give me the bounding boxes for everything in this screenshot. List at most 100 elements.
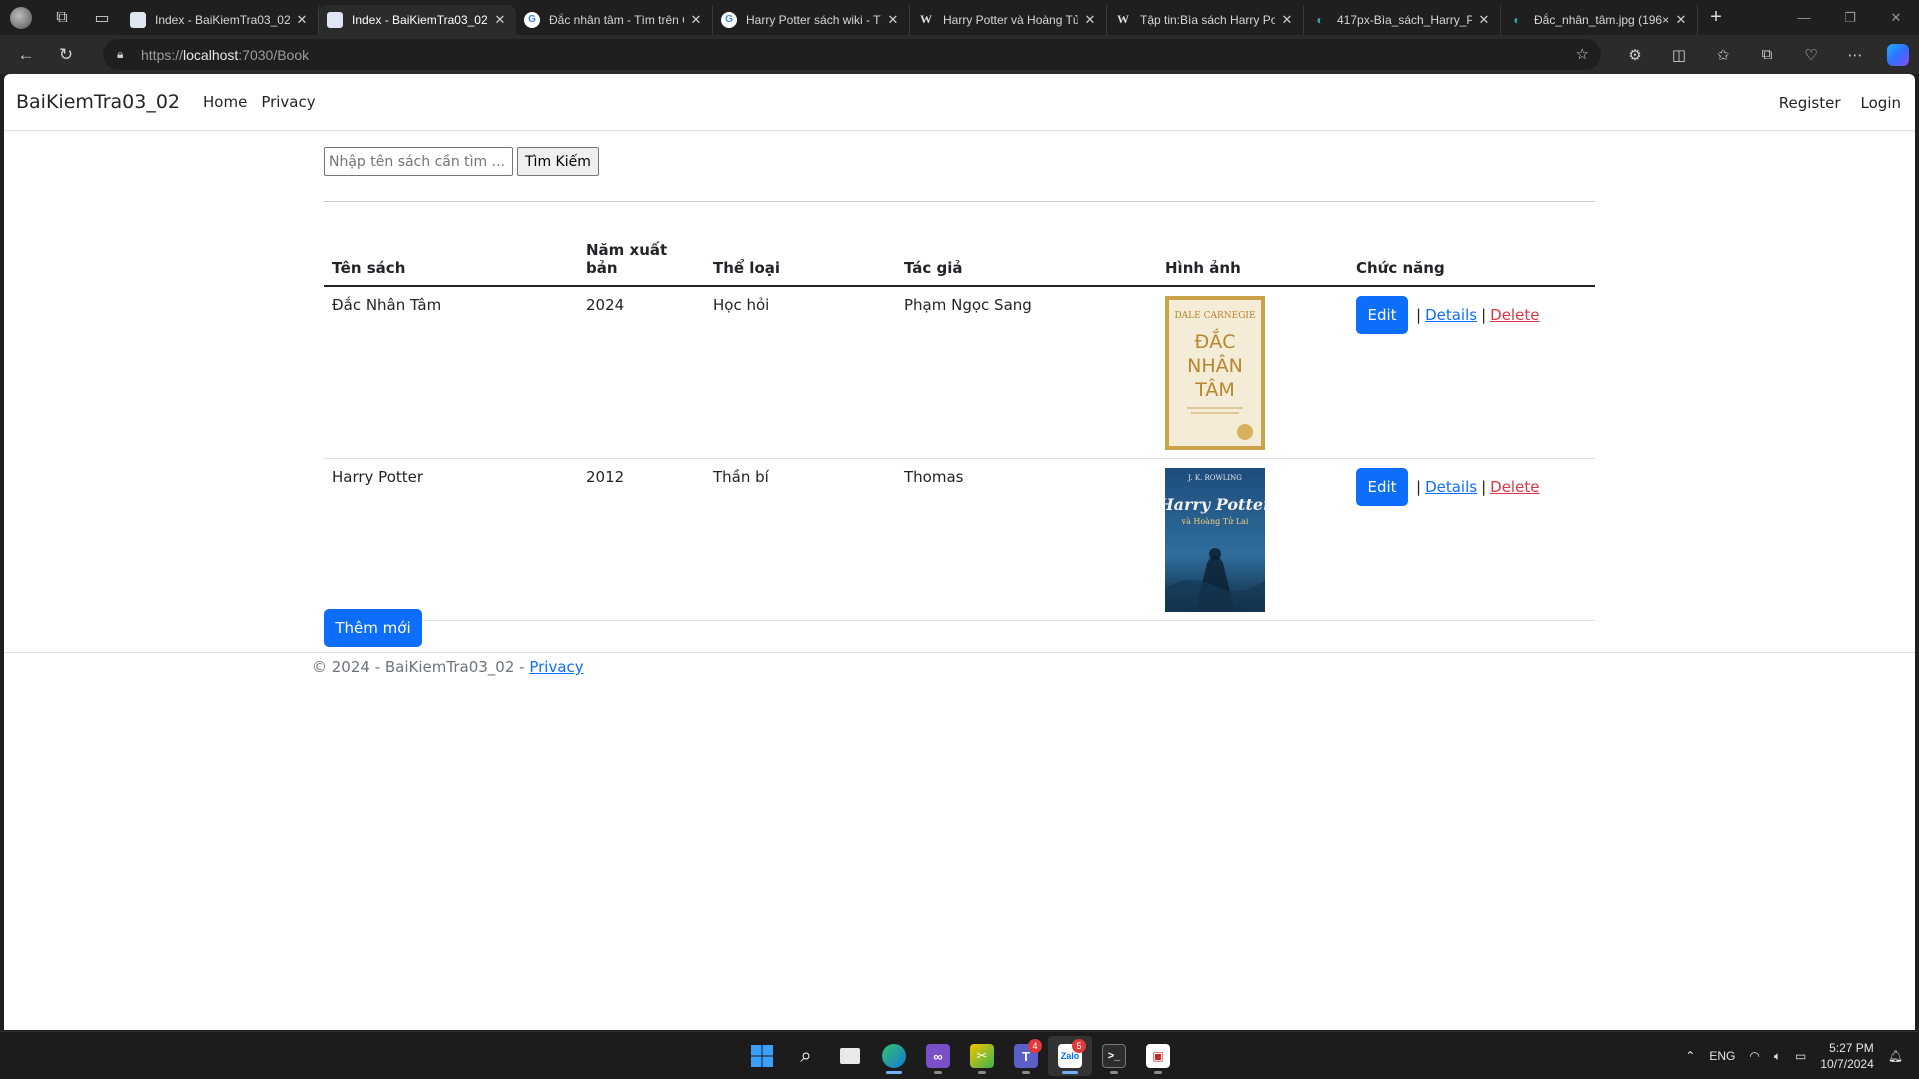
browser-tab[interactable]: ◐ 417px-Bìa_sách_Harry_Potter ✕: [1304, 4, 1501, 35]
lock-icon[interactable]: 🔒︎: [117, 47, 131, 62]
running-indicator: [1062, 1071, 1078, 1074]
nav-home[interactable]: Home: [203, 93, 247, 111]
language-indicator[interactable]: ENG: [1709, 1049, 1735, 1063]
terminal-taskbar[interactable]: >_: [1092, 1036, 1136, 1076]
show-hidden-icons-icon[interactable]: ⌃: [1685, 1049, 1695, 1063]
tab-title: Đắc nhân tâm - Tìm trên Google: [549, 12, 684, 27]
delete-link[interactable]: Delete: [1490, 478, 1539, 496]
wifi-icon[interactable]: ◠: [1749, 1049, 1759, 1063]
copilot-icon[interactable]: [1887, 43, 1909, 66]
header-image: Hình ảnh: [1157, 241, 1348, 287]
nav-privacy[interactable]: Privacy: [261, 93, 315, 111]
add-new-button[interactable]: Thêm mới: [324, 609, 422, 647]
task-view[interactable]: [828, 1036, 872, 1076]
clock[interactable]: 5:27 PM 10/7/2024: [1820, 1040, 1873, 1072]
site-navbar: BaiKiemTra03_02 Home Privacy Register Lo…: [4, 74, 1915, 131]
edit-button[interactable]: Edit: [1356, 468, 1408, 506]
start-button[interactable]: [740, 1036, 784, 1076]
snipping-tool-icon: ✂: [970, 1044, 994, 1068]
notification-badge: 5: [1072, 1039, 1086, 1053]
close-tab-icon[interactable]: ✕: [1082, 12, 1098, 28]
page-viewport: BaiKiemTra03_02 Home Privacy Register Lo…: [4, 74, 1915, 1030]
favorite-star-icon[interactable]: ☆: [1576, 45, 1589, 63]
windows-taskbar: ⌕ ∞ ✂ T 4 Zalo 5 >_ ▣ ⌃ ENG ◠ 🔈︎ ▭ 5:27 …: [0, 1031, 1919, 1079]
windows-logo-icon: [751, 1045, 773, 1067]
extensions-icon[interactable]: ⚙: [1613, 35, 1657, 74]
running-indicator: [1110, 1071, 1118, 1074]
visual-studio-taskbar[interactable]: ∞: [916, 1036, 960, 1076]
close-tab-icon[interactable]: ✕: [1476, 12, 1492, 28]
cell-actions: Edit | Details | Delete: [1348, 286, 1595, 459]
separator: |: [1416, 478, 1422, 496]
workspaces-icon[interactable]: ⧉: [42, 0, 82, 35]
notifications-bell-icon[interactable]: 🔔︎: [1888, 1049, 1903, 1063]
restore-icon[interactable]: ❐: [1827, 0, 1873, 35]
terminal-icon: >_: [1102, 1044, 1126, 1068]
footer-privacy-link[interactable]: Privacy: [529, 658, 583, 676]
browser-tab-strip: ⧉ ▭ Index - BaiKiemTra03_02 ✕ Index - Ba…: [0, 0, 1919, 35]
browser-tab[interactable]: W Tập tin:Bìa sách Harry Potter ✕: [1107, 4, 1304, 35]
nav-login[interactable]: Login: [1861, 94, 1901, 112]
new-tab-icon[interactable]: +: [1698, 3, 1734, 33]
tab-title: Tập tin:Bìa sách Harry Potter: [1140, 12, 1275, 27]
close-window-icon[interactable]: ✕: [1873, 0, 1919, 35]
google-icon: G: [524, 11, 540, 28]
close-tab-icon[interactable]: ✕: [492, 12, 508, 28]
delete-link[interactable]: Delete: [1490, 306, 1539, 324]
browser-tab[interactable]: G Đắc nhân tâm - Tìm trên Google ✕: [516, 4, 713, 35]
nav-register[interactable]: Register: [1779, 94, 1841, 112]
more-menu-icon[interactable]: ⋯: [1833, 35, 1877, 74]
browser-tab[interactable]: Index - BaiKiemTra03_02 ✕: [122, 4, 319, 35]
copyright-text: © 2024 - BaiKiemTra03_02 -: [312, 658, 530, 676]
tab-title: Index - BaiKiemTra03_02: [155, 12, 290, 27]
site-brand[interactable]: BaiKiemTra03_02: [16, 91, 180, 113]
profile-avatar[interactable]: [10, 6, 32, 29]
browser-tab[interactable]: ◐ Đắc_nhân_tâm.jpg (196×300) ✕: [1501, 4, 1698, 35]
teams-taskbar[interactable]: T 4: [1004, 1036, 1048, 1076]
vertical-tabs-icon[interactable]: ▭: [82, 0, 122, 35]
search-button[interactable]: Tìm Kiếm: [517, 147, 599, 176]
url-scheme: https://: [141, 46, 184, 63]
browser-tab[interactable]: W Harry Potter và Hoàng Tử Lai ✕: [910, 4, 1107, 35]
url-path: :7030/Book: [238, 46, 310, 63]
cell-name: Đắc Nhân Tâm: [324, 286, 578, 459]
battery-icon[interactable]: ▭: [1795, 1049, 1806, 1063]
search-input[interactable]: [324, 147, 513, 176]
minimize-icon[interactable]: —: [1781, 0, 1827, 35]
back-icon[interactable]: ←: [6, 38, 46, 72]
refresh-icon[interactable]: ↻: [46, 38, 86, 72]
document-icon: [327, 11, 343, 28]
app-taskbar[interactable]: ▣: [1136, 1036, 1180, 1076]
cover-title: Harry Potter: [1165, 495, 1265, 514]
paint-taskbar[interactable]: ✂: [960, 1036, 1004, 1076]
cover-title-line3: TÂM: [1194, 378, 1235, 401]
edit-button[interactable]: Edit: [1356, 296, 1408, 334]
zalo-taskbar[interactable]: Zalo 5: [1048, 1036, 1092, 1076]
volume-icon[interactable]: 🔈︎: [1774, 1049, 1781, 1064]
close-tab-icon[interactable]: ✕: [688, 12, 704, 28]
search-taskbar[interactable]: ⌕: [784, 1036, 828, 1076]
edge-icon: [882, 1044, 906, 1068]
browser-tab-active[interactable]: Index - BaiKiemTra03_02 ✕: [319, 4, 516, 35]
browser-tab[interactable]: G Harry Potter sách wiki - Tìm trên Goog…: [713, 4, 910, 35]
details-link[interactable]: Details: [1425, 306, 1477, 324]
close-tab-icon[interactable]: ✕: [1673, 12, 1689, 28]
separator: |: [1481, 306, 1487, 324]
split-screen-icon[interactable]: ◫: [1657, 35, 1701, 74]
cover-title-line1: ĐẮC: [1195, 327, 1236, 353]
cell-year: 2012: [578, 458, 705, 621]
wikipedia-icon: W: [1117, 12, 1129, 26]
close-tab-icon[interactable]: ✕: [294, 12, 310, 28]
address-bar[interactable]: 🔒︎ https://localhost:7030/Book ☆: [103, 39, 1601, 70]
books-table: Tên sách Năm xuất bản Thể loại Tác giả H…: [324, 241, 1595, 621]
wikipedia-icon: W: [920, 12, 932, 26]
browser-essentials-icon[interactable]: ♡: [1789, 35, 1833, 74]
collections-icon[interactable]: ⧉: [1745, 35, 1789, 74]
cover-author: J. K. ROWLING: [1187, 474, 1242, 482]
edge-taskbar[interactable]: [872, 1036, 916, 1076]
close-tab-icon[interactable]: ✕: [885, 12, 901, 28]
details-link[interactable]: Details: [1425, 478, 1477, 496]
close-tab-icon[interactable]: ✕: [1279, 12, 1295, 28]
favorites-icon[interactable]: ✩: [1701, 35, 1745, 74]
running-indicator: [886, 1071, 902, 1074]
